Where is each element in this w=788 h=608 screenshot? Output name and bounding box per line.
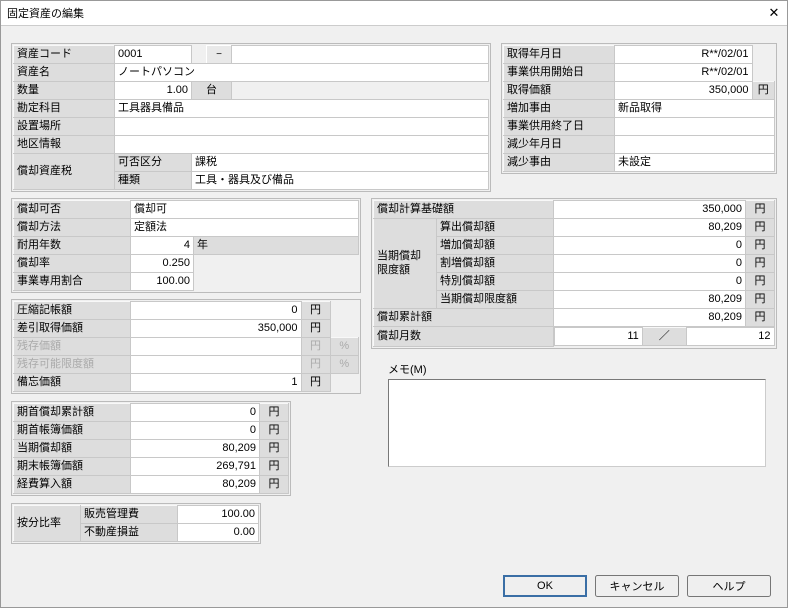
code-dash-button[interactable]: − <box>207 46 232 64</box>
book-value-table: 圧縮記帳額0円 差引取得価額350,000円 残存価額円% 残存可能限度額円% … <box>13 301 359 392</box>
cancel-button[interactable]: キャンセル <box>595 575 679 597</box>
ok-button[interactable]: OK <box>503 575 587 597</box>
method-table: 償却可否償却可 償却方法定額法 耐用年数4年 償却率0.250 事業専用割合10… <box>13 200 359 291</box>
window-title: 固定資産の編集 <box>7 5 84 21</box>
asset-name[interactable]: ノートパソコン <box>115 64 489 82</box>
allocation-table: 按分比率 販売管理費100.00 不動産損益0.00 <box>13 505 259 542</box>
fixed-asset-dialog: 固定資産の編集 ✕ 資産コード 0001 − 資産名ノートパソコン 数量1.00… <box>0 0 788 608</box>
acquisition-table: 取得年月日R**/02/01 事業供用開始日R**/02/01 取得価額350,… <box>503 45 775 172</box>
calculation-table: 償却計算基礎額350,000円 当期償却限度額算出償却額80,209円 増加償却… <box>373 200 775 347</box>
memo-textarea[interactable] <box>388 379 766 467</box>
basic-table: 資産コード 0001 − 資産名ノートパソコン 数量1.00台 勘定科目工具器具… <box>13 45 489 190</box>
title-bar: 固定資産の編集 ✕ <box>1 1 787 26</box>
memo-label: メモ(M) <box>388 361 427 377</box>
period-table: 期首償却累計額0円 期首帳簿価額0円 当期償却額80,209円 期末帳簿価額26… <box>13 403 289 494</box>
asset-code[interactable]: 0001 <box>115 46 192 64</box>
help-button[interactable]: ヘルプ <box>687 575 771 597</box>
close-icon[interactable]: ✕ <box>767 6 781 20</box>
label: 資産コード <box>14 46 115 64</box>
